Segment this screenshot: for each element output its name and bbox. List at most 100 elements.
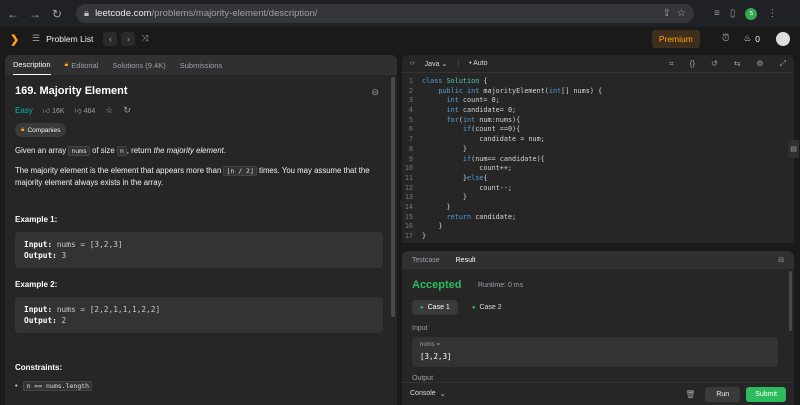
extension-icon[interactable]: ▯ bbox=[730, 8, 736, 19]
case-tabs: ● Case 1 ● Case 2 bbox=[412, 300, 510, 315]
streak-counter[interactable]: ♨ 0 bbox=[744, 33, 760, 44]
next-problem-button[interactable]: › bbox=[121, 31, 136, 46]
trash-icon[interactable]: 🗑︎ bbox=[685, 390, 695, 399]
line-number: 15 bbox=[404, 212, 413, 221]
code-line[interactable]: 9 if(num== candidate){ bbox=[402, 155, 794, 165]
reset-icon[interactable]: ↺ bbox=[711, 59, 718, 68]
problem-statement-2: The majority element is the element that… bbox=[15, 166, 370, 187]
favorite-star-icon[interactable]: ☆ bbox=[105, 105, 113, 116]
more-vert-icon[interactable]: ⋮ bbox=[767, 8, 777, 19]
output-label: Output bbox=[412, 375, 434, 382]
premium-button[interactable]: Premium bbox=[651, 29, 700, 48]
fullscreen-icon[interactable]: ⤢ bbox=[780, 59, 786, 69]
code-line[interactable]: 17} bbox=[402, 232, 794, 242]
code-line[interactable]: 16 } bbox=[402, 222, 794, 232]
input-value-box: nums = [3,2,3] bbox=[412, 337, 778, 367]
tab-result[interactable]: Result bbox=[456, 257, 476, 264]
notes-side-icon[interactable]: ▤ bbox=[788, 140, 799, 158]
tab-submissions[interactable]: Submissions bbox=[180, 55, 223, 75]
braces-icon[interactable]: {} bbox=[690, 59, 695, 68]
description-scrollbar[interactable] bbox=[391, 77, 395, 317]
refresh-icon[interactable]: ↻ bbox=[123, 105, 131, 116]
code-text: int count= 0; bbox=[446, 96, 500, 105]
code-text: } bbox=[422, 193, 468, 202]
fire-icon: ♨ bbox=[743, 33, 752, 43]
code-line[interactable]: 4 int candidate= 0; bbox=[402, 106, 794, 116]
tab-description[interactable]: Description bbox=[13, 55, 51, 75]
result-status: Accepted bbox=[412, 279, 462, 291]
code-line[interactable]: 10 count++; bbox=[402, 164, 794, 174]
code-line[interactable]: 6 if(count ==0){ bbox=[402, 125, 794, 135]
forward-icon[interactable]: → bbox=[28, 7, 42, 21]
code-line[interactable]: 1 class Solution { bbox=[402, 77, 794, 87]
tab-editorial[interactable]: 🔒︎ Editorial bbox=[65, 55, 99, 75]
lock-icon: 🔒︎ bbox=[84, 8, 90, 19]
leetcode-logo-icon[interactable]: ❯ bbox=[10, 33, 22, 46]
code-line[interactable]: 2 public int majorityElement(int[] nums)… bbox=[402, 87, 794, 97]
shuffle-icon[interactable]: ⤨ bbox=[141, 33, 148, 44]
code-text: } bbox=[422, 144, 468, 153]
code-line[interactable]: 11 }else{ bbox=[402, 174, 794, 184]
line-number: 16 bbox=[404, 222, 413, 231]
constraints-title: Constraints: bbox=[15, 363, 63, 372]
code-text: if(count ==0){ bbox=[462, 125, 521, 134]
input-value: [3,2,3] bbox=[420, 352, 452, 361]
dislike-button[interactable]: 👎︎ 464 bbox=[75, 106, 96, 115]
address-bar[interactable]: 🔒︎ leetcode.com/problems/majority-elemen… bbox=[76, 4, 694, 23]
problem-title: 169. Majority Element bbox=[15, 85, 128, 97]
code-text: candidate = num; bbox=[422, 135, 545, 144]
code-line[interactable]: 5 for(int num:nums){ bbox=[402, 116, 794, 126]
code-area[interactable]: 1 class Solution {2 public int majorityEl… bbox=[402, 73, 794, 242]
fold-icon[interactable]: ⇆ bbox=[734, 59, 741, 68]
code-line[interactable]: 12 count--; bbox=[402, 184, 794, 194]
line-number: 13 bbox=[404, 193, 413, 202]
case-1-tab[interactable]: ● Case 1 bbox=[412, 300, 458, 315]
tab-solutions[interactable]: Solutions (9.4K) bbox=[112, 55, 165, 75]
description-tabs: Description 🔒︎ Editorial Solutions (9.4K)… bbox=[5, 55, 397, 75]
star-icon[interactable]: ☆ bbox=[677, 8, 686, 19]
playlist-icon[interactable]: ≡ bbox=[714, 8, 720, 19]
bookmark-icon[interactable]: ⌗ bbox=[669, 59, 674, 69]
code-line[interactable]: 14 } bbox=[402, 203, 794, 213]
code-text: public int majorityElement(int[] nums) { bbox=[438, 86, 603, 95]
like-button[interactable]: 👍︎ 16K bbox=[43, 106, 65, 115]
leetcode-navbar: ❯ ☰ Problem List ‹ › ⤨ Premium ⏰︎ ♨ 0 bbox=[0, 27, 800, 50]
code-line[interactable]: 7 candidate = num; bbox=[402, 135, 794, 145]
language-select[interactable]: Java ⌄ bbox=[425, 60, 448, 68]
user-avatar[interactable] bbox=[776, 31, 790, 46]
code-line[interactable]: 13 } bbox=[402, 193, 794, 203]
autocomplete-mode[interactable]: • Auto bbox=[469, 60, 487, 67]
code-line[interactable]: 8 } bbox=[402, 145, 794, 155]
profile-avatar[interactable]: s bbox=[745, 7, 758, 20]
line-number: 2 bbox=[408, 86, 413, 95]
submit-button[interactable]: Submit bbox=[746, 386, 786, 402]
back-icon[interactable]: ← bbox=[6, 7, 20, 21]
code-line[interactable]: 3 int count= 0; bbox=[402, 96, 794, 106]
reload-icon[interactable]: ↻ bbox=[50, 7, 64, 21]
settings-gear-icon[interactable]: ⚙ bbox=[756, 59, 763, 68]
example-2-title: Example 2: bbox=[15, 280, 58, 289]
line-number: 6 bbox=[408, 125, 413, 134]
example-2-box: Input: nums = [2,2,1,1,1,2,2] Output: 2 bbox=[15, 297, 383, 333]
code-text: if(num== candidate){ bbox=[462, 154, 545, 163]
browser-toolbar: ← → ↻ 🔒︎ leetcode.com/problems/majority-… bbox=[0, 0, 800, 27]
tab-testcase[interactable]: Testcase bbox=[412, 257, 440, 264]
code-text: count++; bbox=[422, 164, 513, 173]
problem-list-button[interactable]: ☰ Problem List bbox=[32, 33, 93, 44]
notes-icon[interactable]: ⊖ bbox=[371, 87, 379, 98]
lock-icon: 🔒︎ bbox=[64, 61, 69, 68]
result-scrollbar[interactable] bbox=[789, 271, 792, 331]
line-number: 12 bbox=[404, 183, 413, 192]
companies-tag[interactable]: 🔒︎ Companies bbox=[15, 123, 67, 137]
run-button[interactable]: Run bbox=[705, 386, 741, 402]
collapse-icon[interactable]: ⊟ bbox=[778, 256, 784, 264]
code-line[interactable]: 15 return candidate; bbox=[402, 213, 794, 223]
alarm-icon[interactable]: ⏰︎ bbox=[722, 33, 730, 44]
line-number: 4 bbox=[408, 106, 413, 115]
prev-problem-button[interactable]: ‹ bbox=[103, 31, 118, 46]
case-2-tab[interactable]: ● Case 2 bbox=[464, 300, 510, 315]
share-icon[interactable]: ⇪ bbox=[663, 8, 671, 19]
console-toggle[interactable]: Console ⌄ bbox=[410, 390, 446, 398]
code-icon: ‹› bbox=[410, 60, 415, 67]
line-number: 11 bbox=[404, 173, 413, 182]
